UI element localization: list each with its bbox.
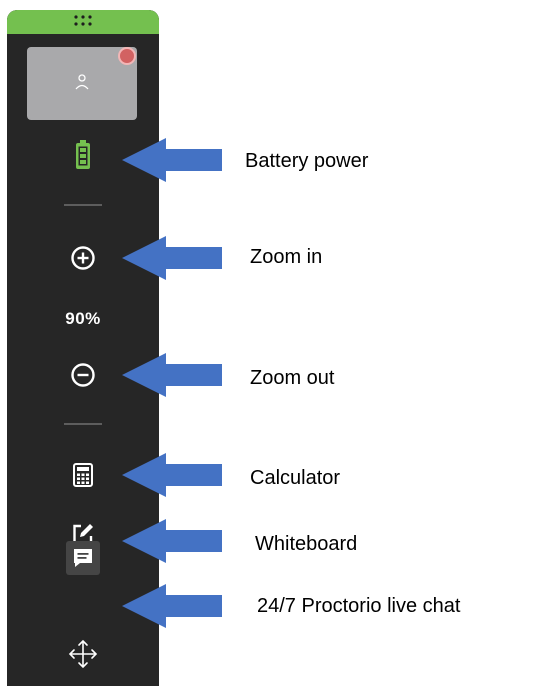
arrow-calculator: [122, 453, 222, 497]
calculator-icon: [73, 463, 93, 487]
zoom-level-label: 90%: [65, 309, 101, 328]
zoom-level: 90%: [7, 309, 159, 329]
arrow-zoom-out: [122, 353, 222, 397]
move-toolbar-handle[interactable]: [7, 639, 159, 674]
arrow-whiteboard: [122, 519, 222, 563]
zoom-out-icon: [71, 363, 95, 387]
webcam-preview: [27, 47, 137, 120]
live-chat-button[interactable]: [66, 541, 100, 575]
callout-calculator: Calculator: [250, 467, 341, 489]
chat-icon: [74, 549, 92, 567]
drag-handle[interactable]: [7, 10, 159, 34]
callout-zoom-out: Zoom out: [250, 367, 335, 389]
arrow-battery: [122, 138, 222, 182]
arrow-zoom-in: [122, 236, 222, 280]
separator: [64, 423, 102, 425]
avatar-icon: [75, 74, 89, 90]
callout-zoom-in: Zoom in: [250, 246, 323, 268]
separator: [64, 204, 102, 206]
arrow-chat: [122, 584, 222, 628]
move-icon: [68, 639, 98, 669]
callout-battery-power: Battery power: [245, 150, 369, 172]
battery-icon: [76, 140, 90, 169]
zoom-in-icon: [71, 246, 95, 270]
drag-handle-icon: [74, 15, 92, 26]
callout-whiteboard: Whiteboard: [255, 533, 358, 555]
recording-indicator: [118, 47, 136, 65]
callout-live-chat: 24/7 Proctorio live chat: [257, 595, 461, 617]
